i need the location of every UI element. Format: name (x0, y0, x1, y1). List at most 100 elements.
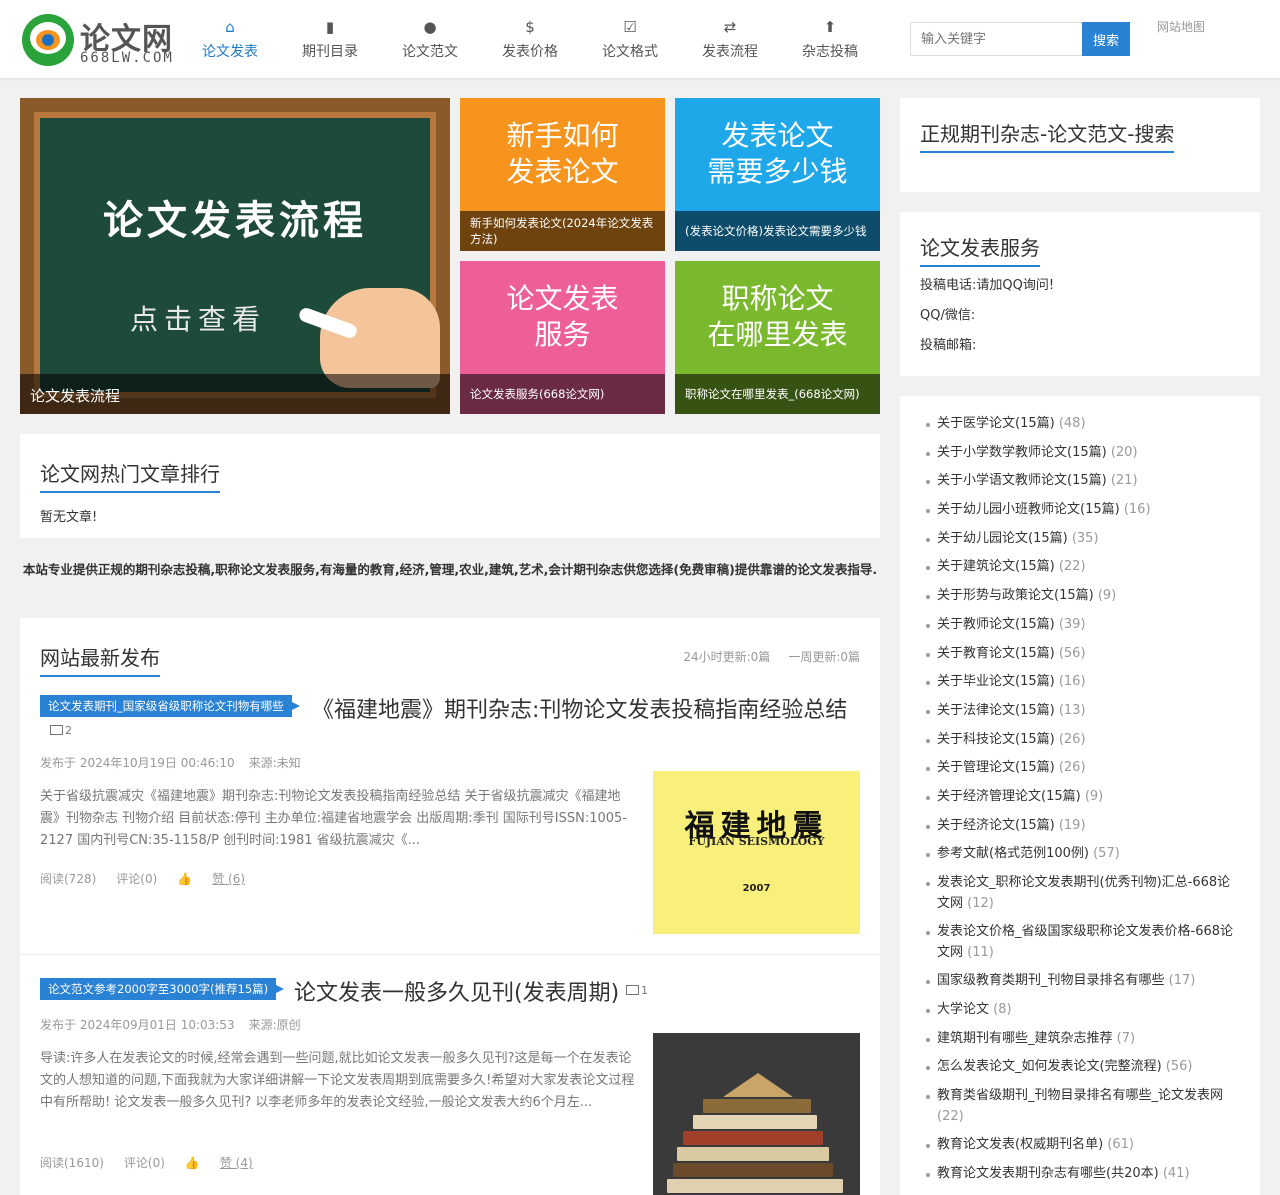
article-title[interactable]: 论文发表一般多久见刊(发表周期) (294, 975, 619, 1007)
category-link[interactable]: 关于幼儿园小班教师论文(15篇) (937, 502, 1120, 517)
tile-caption[interactable]: 职称论文在哪里发表_(668论文网) (675, 374, 880, 414)
article-source: 来源:原创 (248, 1018, 301, 1032)
graduation-cap-illustration (723, 1073, 793, 1097)
nav-item-4[interactable]: ☑ 论文格式 (580, 0, 680, 78)
like-link[interactable]: 赞 (4) (220, 1156, 253, 1170)
category-link[interactable]: 参考文献(格式范例100例) (937, 846, 1089, 861)
category-link[interactable]: 关于经济管理论文(15篇) (937, 789, 1081, 804)
category-link[interactable]: 关于经济论文(15篇) (937, 818, 1055, 833)
category-count: (12) (967, 895, 994, 911)
nav-item-0[interactable]: ⌂ 论文发表 (180, 0, 280, 78)
category-item: 关于建筑论文(15篇) (22) (920, 557, 1240, 578)
hero-caption[interactable]: 论文发表流程 (20, 374, 450, 414)
article-thumbnail[interactable]: 福建地震 FUJIAN SEISMOLOGY 2007 (653, 771, 860, 934)
category-link[interactable]: 教育论文发表期刊杂志有哪些(共20本) (937, 1166, 1159, 1181)
site-intro: 本站专业提供正规的期刊杂志投稿,职称论文发表服务,有海量的教育,经济,管理,农业… (22, 562, 878, 577)
image-count: 2 (50, 724, 72, 737)
sidebar-service-title: 论文发表服务 (920, 232, 1040, 267)
nav-item-3[interactable]: $ 发表价格 (480, 0, 580, 78)
feature-tile[interactable]: 发表论文 需要多少钱 (发表论文价格)发表论文需要多少钱 (675, 98, 880, 251)
category-item: 教育论文发表期刊杂志有哪些(共20本) (41) (920, 1164, 1240, 1185)
category-link[interactable]: 关于科技论文(15篇) (937, 732, 1055, 747)
read-count: 阅读(728) (40, 872, 97, 886)
nav-item-6[interactable]: ⬆ 杂志投稿 (780, 0, 880, 78)
category-item: 大学论文 (8) (920, 1000, 1240, 1021)
nav-item-5[interactable]: ⇄ 发表流程 (680, 0, 780, 78)
thumbs-up-icon[interactable]: 👍 (185, 1156, 200, 1170)
stats-week: 一周更新:0篇 (788, 650, 860, 664)
service-phone: 投稿电话:请加QQ询问! (920, 278, 1055, 293)
category-link[interactable]: 教育类省级期刊_刊物目录排名有哪些_论文发表网 (937, 1088, 1223, 1103)
hero-slide[interactable]: 论文发表流程 点击查看 论文发表流程 (20, 98, 450, 414)
article-source: 来源:未知 (248, 756, 301, 770)
tree-icon: ● (423, 18, 437, 36)
thumb-subtitle: FUJIAN SEISMOLOGY (688, 835, 825, 848)
article-category[interactable]: 论文范文参考2000字至3000字(推荐15篇) (40, 978, 285, 1000)
tile-caption[interactable]: 新手如何发表论文(2024年论文发表方法) (460, 211, 665, 251)
category-link[interactable]: 建筑期刊有哪些_建筑杂志推荐 (937, 1031, 1113, 1046)
article-foot: 阅读(728) 评论(0) 👍 赞 (6) (40, 870, 265, 887)
nav-item-label: 发表流程 (702, 44, 758, 60)
article-foot: 阅读(1610) 评论(0) 👍 赞 (4) (40, 1154, 273, 1171)
category-count: (8) (993, 1002, 1012, 1018)
comment-link[interactable]: 评论(0) (116, 872, 157, 886)
home-icon: ⌂ (225, 18, 235, 36)
main-nav: ⌂ 论文发表 ▮ 期刊目录 ● 论文范文 $ 发表价格 ☑ 论文格式 ⇄ 发表流程 ⬆ 杂志投稿 (180, 0, 880, 78)
category-item: 关于幼儿园小班教师论文(15篇) (16) (920, 500, 1240, 521)
category-link[interactable]: 关于管理论文(15篇) (937, 760, 1055, 775)
category-link[interactable]: 关于小学数学教师论文(15篇) (937, 445, 1107, 460)
category-link[interactable]: 怎么发表论文_如何发表论文(完整流程) (937, 1059, 1162, 1074)
hot-articles-title: 论文网热门文章排行 (40, 458, 220, 493)
category-link[interactable]: 关于教育论文(15篇) (937, 646, 1055, 661)
category-item: 怎么发表论文_如何发表论文(完整流程) (56) (920, 1057, 1240, 1078)
service-qq: QQ/微信: (920, 308, 976, 323)
chalkboard-image: 论文发表流程 点击查看 (34, 112, 440, 398)
category-item: 关于形势与政策论文(15篇) (9) (920, 586, 1240, 607)
category-count: (13) (1058, 702, 1086, 718)
hero-board-title: 论文发表流程 (103, 198, 367, 244)
nav-item-1[interactable]: ▮ 期刊目录 (280, 0, 380, 78)
search-input[interactable] (910, 22, 1082, 56)
site-logo[interactable]: 论文网 668LW.COM (22, 12, 182, 68)
category-link[interactable]: 关于教师论文(15篇) (937, 617, 1055, 632)
category-link[interactable]: 教育论文发表(权威期刊名单) (937, 1137, 1103, 1152)
feature-tile[interactable]: 职称论文 在哪里发表 职称论文在哪里发表_(668论文网) (675, 261, 880, 414)
thumb-year: 2007 (742, 883, 771, 894)
category-item: 建筑期刊有哪些_建筑杂志推荐 (7) (920, 1029, 1240, 1050)
feature-tile[interactable]: 新手如何 发表论文 新手如何发表论文(2024年论文发表方法) (460, 98, 665, 251)
sitemap-link[interactable]: 网站地图 (1157, 18, 1205, 35)
like-link[interactable]: 赞 (6) (212, 872, 245, 886)
article-thumbnail[interactable] (653, 1033, 860, 1195)
category-link[interactable]: 关于毕业论文(15篇) (937, 674, 1055, 689)
category-count: (56) (1165, 1059, 1193, 1075)
category-count: (57) (1093, 846, 1120, 862)
search-button[interactable]: 搜索 (1082, 22, 1130, 56)
article-excerpt: 关于省级抗震减灾《福建地震》期刊杂志:刊物论文发表投稿指南经验总结 关于省级抗震… (40, 789, 628, 848)
article-category[interactable]: 论文发表期刊_国家级省级职称论文刊物有哪些 (40, 695, 300, 717)
sidebar-search-title[interactable]: 正规期刊杂志-论文范文-搜索 (920, 118, 1175, 153)
category-link[interactable]: 关于形势与政策论文(15篇) (937, 588, 1094, 603)
tile-caption[interactable]: 论文发表服务(668论文网) (460, 374, 665, 414)
logo-domain: 668LW.COM (80, 50, 174, 66)
article-excerpt: 导读:许多人在发表论文的时候,经常会遇到一些问题,就比如论文发表一般多久见刊?这… (40, 1051, 635, 1110)
article-title[interactable]: 《福建地震》期刊杂志:刊物论文发表投稿指南经验总结 (312, 692, 847, 724)
category-item: 国家级教育类期刊_刊物目录排名有哪些 (17) (920, 971, 1240, 992)
category-link[interactable]: 关于医学论文(15篇) (937, 416, 1055, 431)
site-header: 论文网 668LW.COM ⌂ 论文发表 ▮ 期刊目录 ● 论文范文 $ 发表价格 ☑ 论文格式 ⇄… (0, 0, 1280, 78)
tile-caption[interactable]: (发表论文价格)发表论文需要多少钱 (675, 211, 880, 251)
category-link[interactable]: 关于幼儿园论文(15篇) (937, 531, 1068, 546)
feature-tile[interactable]: 论文发表 服务论文发表服务(668论文网) (460, 261, 665, 414)
comment-link[interactable]: 评论(0) (124, 1156, 165, 1170)
upload-icon: ⬆ (823, 18, 837, 36)
category-link[interactable]: 国家级教育类期刊_刊物目录排名有哪些 (937, 973, 1165, 988)
thumbs-up-icon[interactable]: 👍 (177, 872, 192, 886)
category-count: (11) (967, 944, 994, 960)
category-link[interactable]: 关于小学语文教师论文(15篇) (937, 473, 1107, 488)
category-link[interactable]: 关于建筑论文(15篇) (937, 559, 1055, 574)
nav-item-2[interactable]: ● 论文范文 (380, 0, 480, 78)
tile-headline: 论文发表 服务 (506, 282, 619, 351)
category-link[interactable]: 大学论文 (937, 1002, 989, 1017)
category-link[interactable]: 关于法律论文(15篇) (937, 703, 1055, 718)
category-item: 发表论文价格_省级国家级职称论文发表价格-668论文网 (11) (920, 922, 1240, 963)
category-item: 关于教师论文(15篇) (39) (920, 615, 1240, 636)
